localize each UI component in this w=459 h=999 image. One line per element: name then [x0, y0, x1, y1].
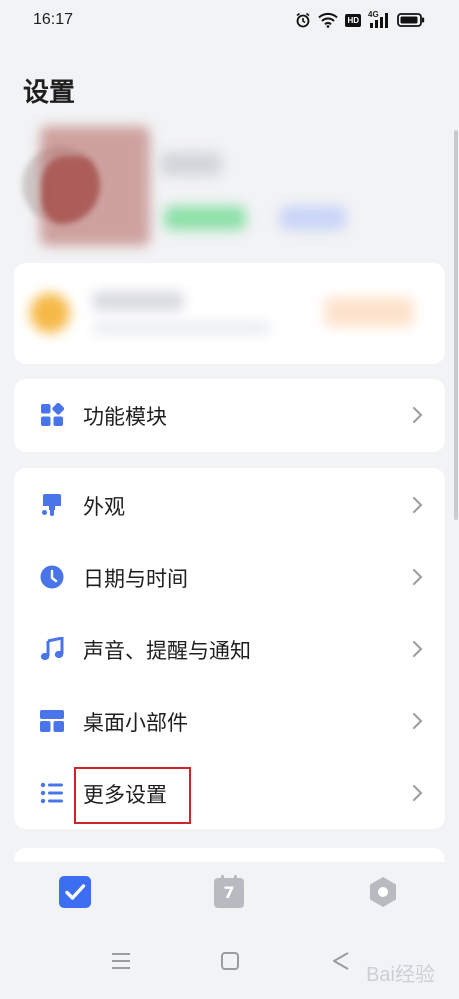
- settings-item-date-time[interactable]: 日期与时间: [14, 541, 445, 613]
- settings-item-widgets[interactable]: 桌面小部件: [14, 685, 445, 757]
- status-bar: 16:17 HD 4G: [0, 0, 459, 44]
- music-note-icon: [40, 637, 64, 661]
- chevron-right-icon: [413, 785, 423, 801]
- tab-settings[interactable]: [366, 875, 400, 909]
- chevron-right-icon: [413, 641, 423, 657]
- settings-item-appearance[interactable]: 外观: [14, 469, 445, 541]
- module-card: 功能模块: [14, 379, 445, 452]
- clock-icon: [40, 565, 64, 589]
- settings-item-label: 声音、提醒与通知: [83, 639, 251, 663]
- tab-calendar[interactable]: 7: [212, 875, 246, 909]
- menu-icon[interactable]: [110, 950, 132, 972]
- feature-modules-row[interactable]: 功能模块: [14, 379, 445, 452]
- status-time: 16:17: [33, 11, 74, 28]
- alarm-icon: [296, 12, 310, 28]
- promo-card[interactable]: [14, 263, 445, 364]
- hd-badge: HD: [345, 13, 361, 27]
- settings-item-label: 桌面小部件: [83, 711, 188, 735]
- highlight-box: [74, 767, 191, 824]
- signal-indicator: 4G: [368, 10, 390, 28]
- settings-item-label: 外观: [83, 495, 125, 519]
- page-title: 设置: [23, 78, 76, 108]
- settings-hex-icon: [370, 877, 396, 907]
- chevron-right-icon: [413, 497, 423, 513]
- chevron-right-icon: [413, 713, 423, 729]
- next-card-peek: [14, 848, 445, 862]
- bottom-nav: 7: [0, 862, 459, 932]
- checkbox-checked-icon: [59, 876, 91, 908]
- battery-icon: [397, 13, 425, 27]
- widget-icon: [40, 710, 64, 732]
- tab-tasks[interactable]: [58, 875, 92, 909]
- settings-item-sound-notifications[interactable]: 声音、提醒与通知: [14, 613, 445, 685]
- scrollbar[interactable]: [454, 130, 458, 520]
- back-icon[interactable]: [330, 950, 352, 972]
- signal-icon: [370, 13, 388, 28]
- chevron-right-icon: [413, 407, 423, 423]
- paint-brush-icon: [42, 494, 61, 516]
- feature-modules-label: 功能模块: [83, 405, 167, 429]
- chevron-right-icon: [413, 569, 423, 585]
- watermark: Bai经验: [366, 964, 435, 986]
- profile-card[interactable]: [22, 126, 432, 246]
- grid-icon: [41, 403, 64, 426]
- wifi-icon: [318, 12, 339, 28]
- settings-item-label: 日期与时间: [83, 567, 188, 591]
- list-icon: [40, 782, 63, 804]
- home-button-icon[interactable]: [220, 950, 240, 972]
- calendar-day-label: 7: [223, 883, 235, 902]
- status-icons: HD 4G: [295, 10, 425, 28]
